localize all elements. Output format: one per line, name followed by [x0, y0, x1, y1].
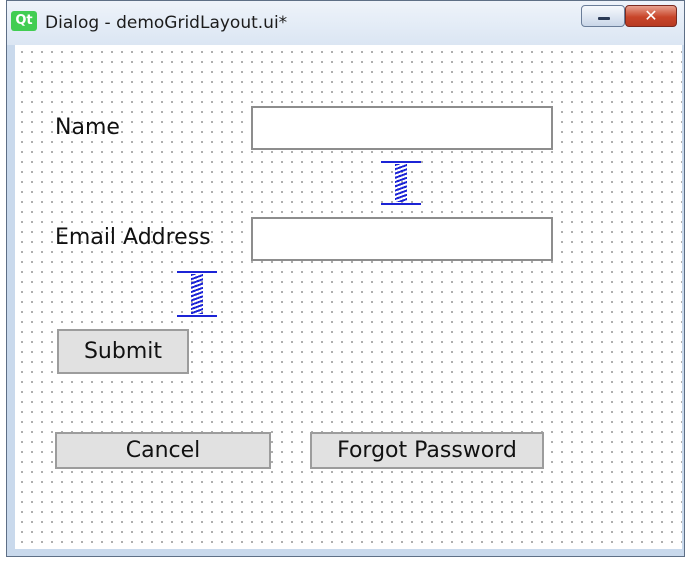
minimize-icon: [598, 17, 610, 20]
form-canvas: Name Email Address Submit Cancel Forgot …: [15, 45, 682, 549]
email-input[interactable]: [251, 217, 553, 261]
name-label: Name: [55, 115, 120, 140]
submit-button[interactable]: Submit: [57, 329, 189, 374]
close-button[interactable]: ✕: [625, 5, 677, 27]
vertical-spacer-icon[interactable]: [381, 161, 421, 205]
dialog-window: Qt Dialog - demoGridLayout.ui* ✕ Name Em…: [6, 0, 685, 557]
cancel-button[interactable]: Cancel: [55, 432, 271, 469]
forgot-password-button[interactable]: Forgot Password: [310, 432, 544, 469]
email-label: Email Address: [55, 225, 211, 250]
name-input[interactable]: [251, 106, 553, 150]
title-bar[interactable]: Qt Dialog - demoGridLayout.ui* ✕: [7, 1, 684, 45]
vertical-spacer-icon[interactable]: [177, 271, 217, 317]
minimize-button[interactable]: [581, 5, 625, 27]
window-title: Dialog - demoGridLayout.ui*: [45, 13, 288, 33]
qt-logo-icon: Qt: [11, 11, 37, 31]
